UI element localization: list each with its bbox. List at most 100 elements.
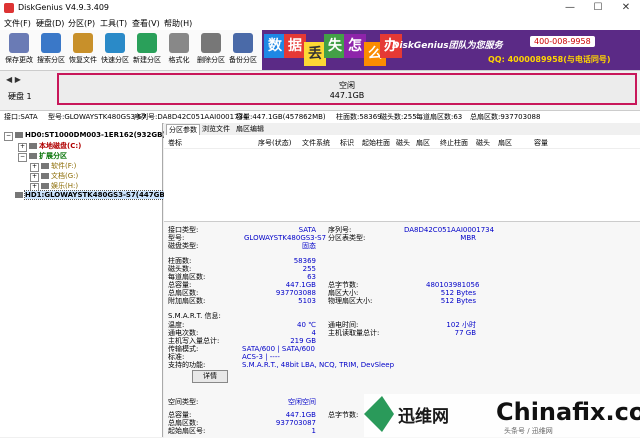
menu-help[interactable]: 帮助(H) — [164, 18, 192, 29]
save-icon — [9, 33, 29, 53]
details-button[interactable]: 详情 — [192, 370, 228, 383]
free-space-block[interactable]: 空闲 447.1GB — [57, 73, 637, 105]
param-label: 起始扇区号: — [168, 427, 206, 435]
param-value: 937703087 — [275, 419, 316, 427]
param-label: 附加扇区数: — [168, 297, 206, 305]
tree-item-hd0[interactable]: − HD0:ST1000DM003-1ER162(932GB) — [4, 131, 166, 141]
search-partition-button[interactable]: 搜索分区 — [36, 32, 66, 68]
new-partition-button[interactable]: 新建分区 — [132, 32, 162, 68]
column-header: 扇区 — [498, 139, 512, 147]
param-value: 固态 — [302, 242, 316, 250]
param-label: 温度: — [168, 321, 185, 329]
column-header: 文件系统 — [302, 139, 330, 147]
collapse-icon[interactable]: − — [18, 153, 27, 162]
banner-brand: DiskGenius团队为您服务 — [392, 41, 503, 51]
maximize-button[interactable]: ☐ — [584, 0, 612, 16]
param-value: ACS-3 | ---- — [242, 353, 280, 361]
partition-icon — [41, 183, 49, 189]
trash-icon — [201, 33, 221, 53]
param-value: 219 GB — [290, 337, 316, 345]
param-label: 接口类型: — [168, 226, 199, 234]
free-space-label: 空闲 — [339, 81, 355, 90]
info-total-sectors: 总扇区数:937703088 — [470, 113, 541, 121]
partition-icon — [41, 163, 49, 169]
column-header: 起始柱面 — [362, 139, 390, 147]
hard-disk-icon — [15, 192, 23, 198]
param-value: 512 Bytes — [440, 289, 476, 297]
watermark: 迅维网 Chinafix.com 头条号 / 迅维网 — [364, 394, 640, 437]
param-label: 型号: — [168, 234, 185, 242]
partition-icon — [29, 143, 37, 149]
backup-partition-button[interactable]: 备份分区 — [228, 32, 258, 68]
menu-bar: 文件(F) 硬盘(D) 分区(P) 工具(T) 查看(V) 帮助(H) — [0, 16, 640, 30]
menu-file[interactable]: 文件(F) — [4, 18, 31, 29]
info-serial: 序列号:DA8D42C051AAI0001734 — [134, 113, 248, 121]
quick-partition-button[interactable]: 快速分区 — [100, 32, 130, 68]
param-value: 5103 — [298, 297, 316, 305]
param-value: 480103981056 — [426, 281, 480, 289]
param-label: 柱面数: — [168, 257, 192, 265]
menu-partition[interactable]: 分区(P) — [68, 18, 95, 29]
menu-view[interactable]: 查看(V) — [132, 18, 160, 29]
menu-tools[interactable]: 工具(T) — [100, 18, 127, 29]
param-value: 512 Bytes — [440, 297, 476, 305]
param-label: 磁盘类型: — [168, 242, 199, 250]
param-label: 标准: — [168, 353, 185, 361]
param-value: 4 — [311, 329, 316, 337]
format-button[interactable]: 格式化 — [164, 32, 194, 68]
minimize-button[interactable]: — — [556, 0, 584, 16]
banner-char: 失 — [324, 34, 346, 58]
magnifier-icon — [41, 33, 61, 53]
chinafix-logo-icon — [364, 396, 394, 432]
info-interface: 接口:SATA — [4, 113, 38, 121]
param-label: 主机读取量总计: — [328, 329, 380, 337]
param-label: 主机写入量总计: — [168, 337, 220, 345]
tab-sector-editor[interactable]: 扇区编辑 — [236, 124, 264, 134]
param-value: 77 GB — [454, 329, 476, 337]
param-label: 总容量: — [168, 411, 192, 419]
recover-files-button[interactable]: 恢复文件 — [68, 32, 98, 68]
tree-item-hd1[interactable]: HD1:GLOWAYSTK480GS3-S7(447GB) — [4, 190, 169, 200]
param-label: 空间类型: — [168, 398, 199, 406]
param-label: 扇区大小: — [328, 289, 359, 297]
ad-banner[interactable]: 数 据 丢 失 怎 么 办 DiskGenius团队为您服务 400-008-9… — [262, 30, 640, 70]
param-label: 序列号: — [328, 226, 352, 234]
partition-icon — [41, 173, 49, 179]
param-value: 空闲空间 — [288, 398, 316, 406]
param-label: 总字节数: — [328, 281, 359, 289]
backup-icon — [233, 33, 253, 53]
param-value: 255 — [302, 265, 316, 273]
banner-char: 据 — [284, 34, 306, 58]
menu-disk[interactable]: 硬盘(D) — [36, 18, 64, 29]
column-header: 容量 — [534, 139, 548, 147]
delete-partition-button[interactable]: 删除分区 — [196, 32, 226, 68]
free-space-size: 447.1GB — [329, 91, 365, 100]
banner-phone: 400-008-9958 — [530, 36, 595, 47]
disk-label: 硬盘 1 — [8, 92, 32, 101]
param-value: DA8D42C051AAI0001734 — [404, 226, 495, 234]
param-value: 1 — [311, 427, 316, 435]
param-label: 通电次数: — [168, 329, 199, 337]
close-button[interactable]: ✕ — [612, 0, 640, 16]
info-cylinders: 柱面数:58369 — [336, 113, 382, 121]
window-title: DiskGenius V4.9.3.409 — [18, 3, 110, 12]
tab-browse-files[interactable]: 浏览文件 — [202, 124, 230, 134]
param-value: 447.1GB — [285, 411, 316, 419]
banner-char: 数 — [264, 34, 286, 58]
param-value: 937703088 — [275, 289, 316, 297]
column-header: 磁头 — [476, 139, 490, 147]
details-panel: 分区参数 浏览文件 扇区编辑 卷标 序号(状态) 文件系统 标识 起始柱面 磁头… — [164, 123, 640, 438]
recover-icon — [73, 33, 93, 53]
collapse-icon[interactable]: − — [4, 132, 13, 141]
quick-partition-icon — [105, 33, 125, 53]
param-value: 63 — [307, 273, 316, 281]
partition-icon — [29, 153, 37, 159]
partition-table-header: 卷标 序号(状态) 文件系统 标识 起始柱面 磁头 扇区 终止柱面 磁头 扇区 … — [164, 136, 640, 149]
tab-partition-params[interactable]: 分区参数 — [166, 124, 200, 135]
save-changes-button[interactable]: 保存更改 — [4, 32, 34, 68]
disk-nav-arrows[interactable]: ◀ ▶ — [6, 75, 21, 84]
param-value: 447.1GB — [285, 281, 316, 289]
format-icon — [169, 33, 189, 53]
param-value: SATA/600 | SATA/600 — [242, 345, 315, 353]
param-value: S.M.A.R.T., 48bit LBA, NCQ, TRIM, DevSle… — [242, 361, 395, 369]
